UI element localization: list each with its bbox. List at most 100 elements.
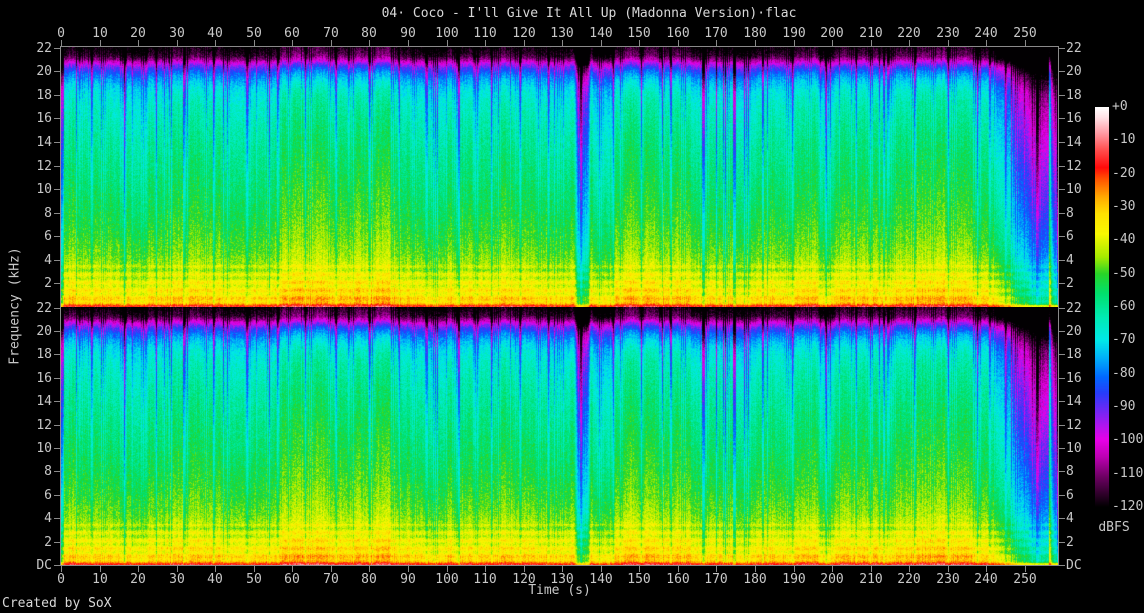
freq-tick-label-right: 6 xyxy=(1066,488,1074,503)
colorbar-tick-label: +0 xyxy=(1112,99,1128,114)
freq-tick-left xyxy=(54,236,60,237)
colorbar-tick-label: -90 xyxy=(1112,399,1136,414)
freq-tick-right xyxy=(1059,48,1065,49)
freq-tick-label-left: 14 xyxy=(36,394,52,409)
freq-tick-left xyxy=(54,48,60,49)
freq-tick-left xyxy=(54,378,60,379)
freq-tick-label-right: 22 xyxy=(1066,41,1082,56)
freq-tick-left xyxy=(54,189,60,190)
freq-tick-left xyxy=(54,471,60,472)
freq-tick-label-left: 10 xyxy=(36,441,52,456)
freq-tick-right xyxy=(1059,471,1065,472)
freq-tick-label-left: 4 xyxy=(44,253,52,268)
time-tick-label-top: 200 xyxy=(820,26,844,41)
freq-tick-label-left: 20 xyxy=(36,324,52,339)
spectrogram-left-channel xyxy=(61,47,1058,307)
freq-tick-right xyxy=(1059,308,1065,309)
freq-tick-left xyxy=(54,260,60,261)
creator-credit: Created by SoX xyxy=(2,596,112,611)
time-tick-label-top: 110 xyxy=(473,26,497,41)
time-tick-label-top: 210 xyxy=(859,26,883,41)
freq-tick-label-right: 10 xyxy=(1066,182,1082,197)
time-tick-label-top: 240 xyxy=(974,26,998,41)
freq-tick-label-right: 20 xyxy=(1066,324,1082,339)
freq-tick-label-right: 16 xyxy=(1066,111,1082,126)
freq-tick-label-right: 8 xyxy=(1066,206,1074,221)
time-tick-label-top: 10 xyxy=(92,26,108,41)
freq-tick-label-right: 12 xyxy=(1066,159,1082,174)
freq-tick-label-right: 20 xyxy=(1066,64,1082,79)
freq-tick-label-left: 4 xyxy=(44,511,52,526)
time-tick-label-top: 220 xyxy=(897,26,921,41)
freq-tick-label-right: 8 xyxy=(1066,464,1074,479)
colorbar-tick-label: -100 xyxy=(1112,432,1144,447)
freq-tick-label-left: 6 xyxy=(44,488,52,503)
freq-tick-label-right: 14 xyxy=(1066,394,1082,409)
freq-tick-left xyxy=(54,71,60,72)
freq-tick-right xyxy=(1059,189,1065,190)
freq-tick-label-left: 14 xyxy=(36,135,52,150)
freq-tick-right xyxy=(1059,260,1065,261)
freq-tick-label-left: 8 xyxy=(44,206,52,221)
freq-tick-label-left: 18 xyxy=(36,88,52,103)
freq-tick-label-left: 12 xyxy=(36,418,52,433)
freq-tick-label-left: 2 xyxy=(44,276,52,291)
time-tick-label-top: 130 xyxy=(550,26,574,41)
y-axis-title: Frequency (kHz) xyxy=(7,247,23,365)
freq-tick-right xyxy=(1059,448,1065,449)
freq-tick-right xyxy=(1059,565,1065,566)
freq-tick-right xyxy=(1059,425,1065,426)
freq-tick-label-right: 4 xyxy=(1066,253,1074,268)
freq-tick-label-left: 22 xyxy=(36,301,52,316)
time-tick-label-top: 0 xyxy=(57,26,65,41)
time-tick-label-top: 170 xyxy=(704,26,728,41)
x-axis-title: Time (s) xyxy=(528,583,591,598)
freq-tick-left xyxy=(54,95,60,96)
freq-tick-right xyxy=(1059,283,1065,284)
freq-tick-label-right: 12 xyxy=(1066,418,1082,433)
time-tick-label-top: 70 xyxy=(323,26,339,41)
time-tick-label-top: 40 xyxy=(207,26,223,41)
freq-tick-left xyxy=(54,518,60,519)
freq-tick-label-right: 10 xyxy=(1066,441,1082,456)
colorbar-tick-label: -110 xyxy=(1112,466,1144,481)
freq-tick-left xyxy=(54,495,60,496)
freq-tick-right xyxy=(1059,166,1065,167)
time-tick-label-top: 140 xyxy=(589,26,613,41)
time-tick-label-top: 120 xyxy=(512,26,536,41)
colorbar-tick-label: -20 xyxy=(1112,166,1136,181)
freq-tick-right xyxy=(1059,71,1065,72)
time-tick-label-top: 190 xyxy=(782,26,806,41)
freq-tick-left xyxy=(54,166,60,167)
sox-spectrogram-window: 04· Coco - I'll Give It All Up (Madonna … xyxy=(0,0,1144,613)
colorbar-tick-label: -50 xyxy=(1112,266,1136,281)
freq-tick-right xyxy=(1059,142,1065,143)
spectrogram-right-channel xyxy=(61,307,1058,565)
freq-tick-label-left: 8 xyxy=(44,464,52,479)
freq-tick-label-left: 16 xyxy=(36,371,52,386)
colorbar-tick-label: -80 xyxy=(1112,366,1136,381)
time-tick-label-top: 150 xyxy=(627,26,651,41)
colorbar-tick-label: -40 xyxy=(1112,232,1136,247)
freq-tick-left xyxy=(54,283,60,284)
time-tick-label-top: 80 xyxy=(361,26,377,41)
freq-tick-label-right: 18 xyxy=(1066,88,1082,103)
time-tick-label-top: 180 xyxy=(743,26,767,41)
freq-tick-label-right: 14 xyxy=(1066,135,1082,150)
freq-tick-label-left: 18 xyxy=(36,347,52,362)
freq-tick-left xyxy=(54,213,60,214)
freq-tick-label-right: 2 xyxy=(1066,535,1074,550)
freq-tick-right xyxy=(1059,354,1065,355)
time-tick-label-top: 20 xyxy=(130,26,146,41)
time-tick-label-top: 30 xyxy=(169,26,185,41)
chart-title: 04· Coco - I'll Give It All Up (Madonna … xyxy=(381,6,797,21)
freq-tick-left xyxy=(54,142,60,143)
freq-tick-left xyxy=(54,354,60,355)
colorbar-tick-label: -60 xyxy=(1112,299,1136,314)
time-tick-label-top: 90 xyxy=(400,26,416,41)
time-tick-label-top: 230 xyxy=(936,26,960,41)
freq-tick-label-right: 6 xyxy=(1066,229,1074,244)
freq-tick-right xyxy=(1059,401,1065,402)
colorbar-tick-label: -70 xyxy=(1112,332,1136,347)
freq-tick-label-left: 6 xyxy=(44,229,52,244)
